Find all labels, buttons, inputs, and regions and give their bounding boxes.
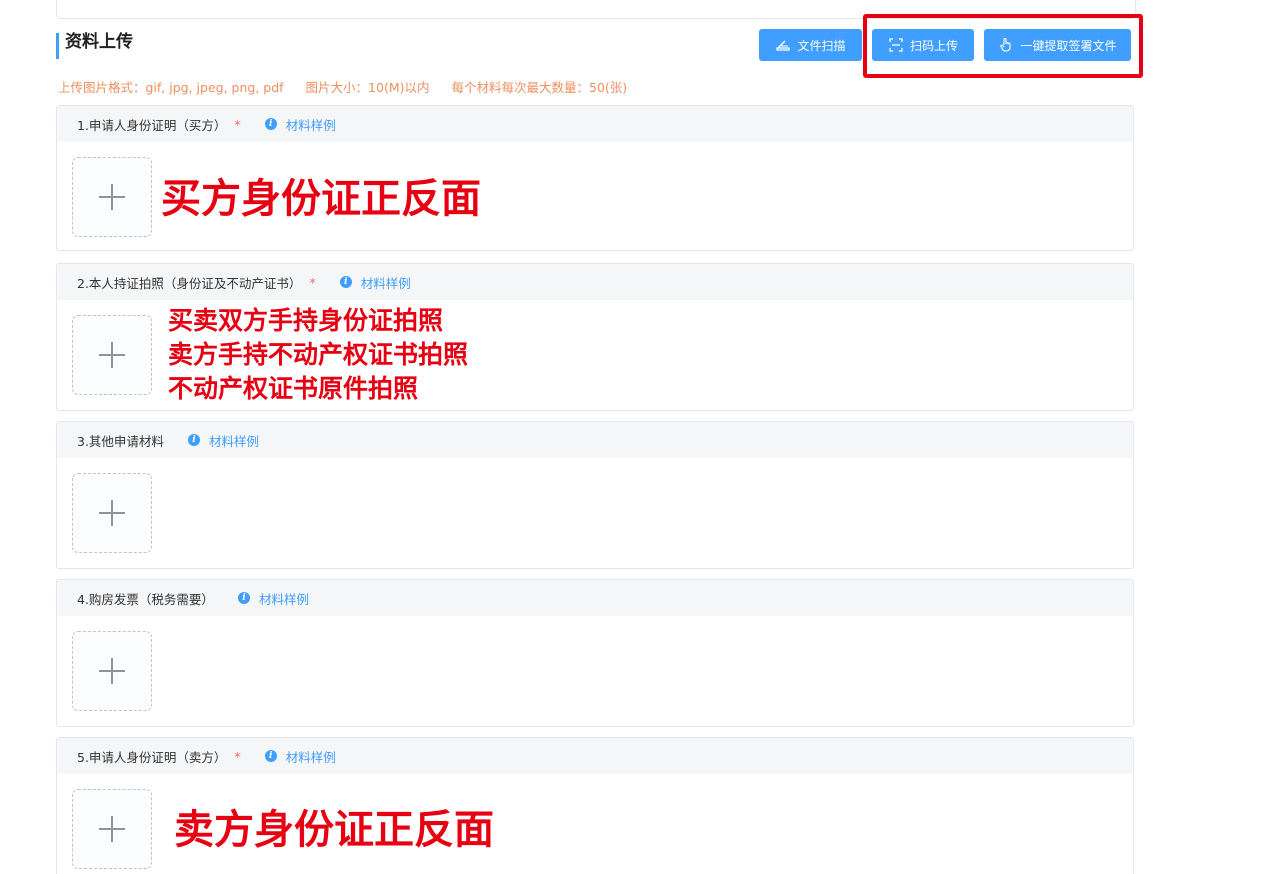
upload-size-hint: 图片大小：10(M)以内 — [305, 80, 430, 95]
material-sample-link[interactable]: 材料样例 — [209, 431, 259, 450]
info-icon: i — [264, 750, 277, 762]
plus-icon — [99, 184, 125, 210]
plus-icon — [99, 658, 125, 684]
required-mark: * — [309, 274, 316, 290]
material-card-header: 2.本人持证拍照（身份证及不动产证书） * i 材料样例 — [57, 264, 1133, 300]
info-icon: i — [237, 592, 250, 604]
info-icon: i — [339, 276, 352, 288]
material-sample-link[interactable]: 材料样例 — [361, 273, 411, 292]
plus-icon — [99, 816, 125, 842]
upload-box[interactable] — [72, 631, 152, 711]
material-card-1: 1.申请人身份证明（买方） * i 材料样例 买方身份证正反面 — [56, 105, 1134, 251]
upload-hint: 上传图片格式：gif, jpg, jpeg, png, pdf 图片大小：10(… — [58, 77, 627, 96]
material-card-5: 5.申请人身份证明（卖方） * i 材料样例 卖方身份证正反面 — [56, 737, 1134, 874]
material-title: 3.其他申请材料 — [77, 433, 164, 449]
material-card-body — [57, 458, 1133, 568]
info-icon: i — [187, 434, 200, 446]
scanner-icon — [776, 40, 791, 51]
annotation-line: 买卖双方手持身份证拍照 — [168, 306, 444, 335]
material-card-header: 4.购房发票（税务需要） i 材料样例 — [57, 580, 1133, 616]
material-card-2: 2.本人持证拍照（身份证及不动产证书） * i 材料样例 买卖双方手持身份证拍照… — [56, 263, 1134, 411]
file-scan-button[interactable]: 文件扫描 — [759, 29, 862, 61]
qr-upload-label: 扫码上传 — [909, 38, 958, 53]
material-card-4: 4.购房发票（税务需要） i 材料样例 — [56, 579, 1134, 727]
section-header: 资料上传 — [56, 33, 133, 59]
info-icon: i — [264, 118, 277, 130]
material-card-header: 5.申请人身份证明（卖方） * i 材料样例 — [57, 738, 1133, 774]
material-card-3: 3.其他申请材料 i 材料样例 — [56, 421, 1134, 569]
material-title: 4.购房发票（税务需要） — [77, 591, 214, 607]
upload-box[interactable] — [72, 789, 152, 869]
material-sample-link[interactable]: 材料样例 — [286, 747, 336, 766]
material-card-body: 买卖双方手持身份证拍照 卖方手持不动产权证书拍照 不动产权证书原件拍照 — [57, 300, 1133, 410]
upload-box[interactable] — [72, 315, 152, 395]
extract-signed-files-button[interactable]: 一键提取签署文件 — [984, 29, 1131, 61]
material-sample-link[interactable]: 材料样例 — [286, 115, 336, 134]
upload-box[interactable] — [72, 157, 152, 237]
material-title: 2.本人持证拍照（身份证及不动产证书） — [77, 275, 302, 291]
material-card-header: 1.申请人身份证明（买方） * i 材料样例 — [57, 106, 1133, 142]
extract-signed-files-label: 一键提取签署文件 — [1020, 38, 1117, 53]
required-mark: * — [234, 748, 241, 764]
required-mark: * — [234, 116, 241, 132]
annotation-text: 买方身份证正反面 — [161, 176, 481, 222]
plus-icon — [99, 500, 125, 526]
plus-icon — [99, 342, 125, 368]
hand-pointer-icon — [1000, 37, 1012, 52]
material-title: 1.申请人身份证明（买方） — [77, 117, 227, 133]
annotation-line: 不动产权证书原件拍照 — [168, 374, 419, 403]
annotation-text: 买卖双方手持身份证拍照 卖方手持不动产权证书拍照 不动产权证书原件拍照 — [168, 304, 468, 406]
material-title: 5.申请人身份证明（卖方） — [77, 749, 227, 765]
scan-frame-icon — [889, 38, 903, 52]
upload-format-hint: 上传图片格式：gif, jpg, jpeg, png, pdf — [58, 80, 284, 95]
section-title: 资料上传 — [65, 32, 133, 52]
material-card-body: 买方身份证正反面 — [57, 142, 1133, 250]
annotation-text: 卖方身份证正反面 — [174, 807, 494, 853]
upload-box[interactable] — [72, 473, 152, 553]
material-card-body — [57, 616, 1133, 726]
material-sample-link[interactable]: 材料样例 — [259, 589, 309, 608]
upload-count-hint: 每个材料每次最大数量：50(张) — [451, 80, 628, 95]
material-card-body: 卖方身份证正反面 — [57, 774, 1133, 874]
material-card-header: 3.其他申请材料 i 材料样例 — [57, 422, 1133, 458]
file-scan-label: 文件扫描 — [797, 38, 846, 53]
previous-section-card — [56, 0, 1136, 19]
qr-upload-button[interactable]: 扫码上传 — [872, 29, 974, 61]
annotation-line: 卖方手持不动产权证书拍照 — [168, 340, 469, 369]
